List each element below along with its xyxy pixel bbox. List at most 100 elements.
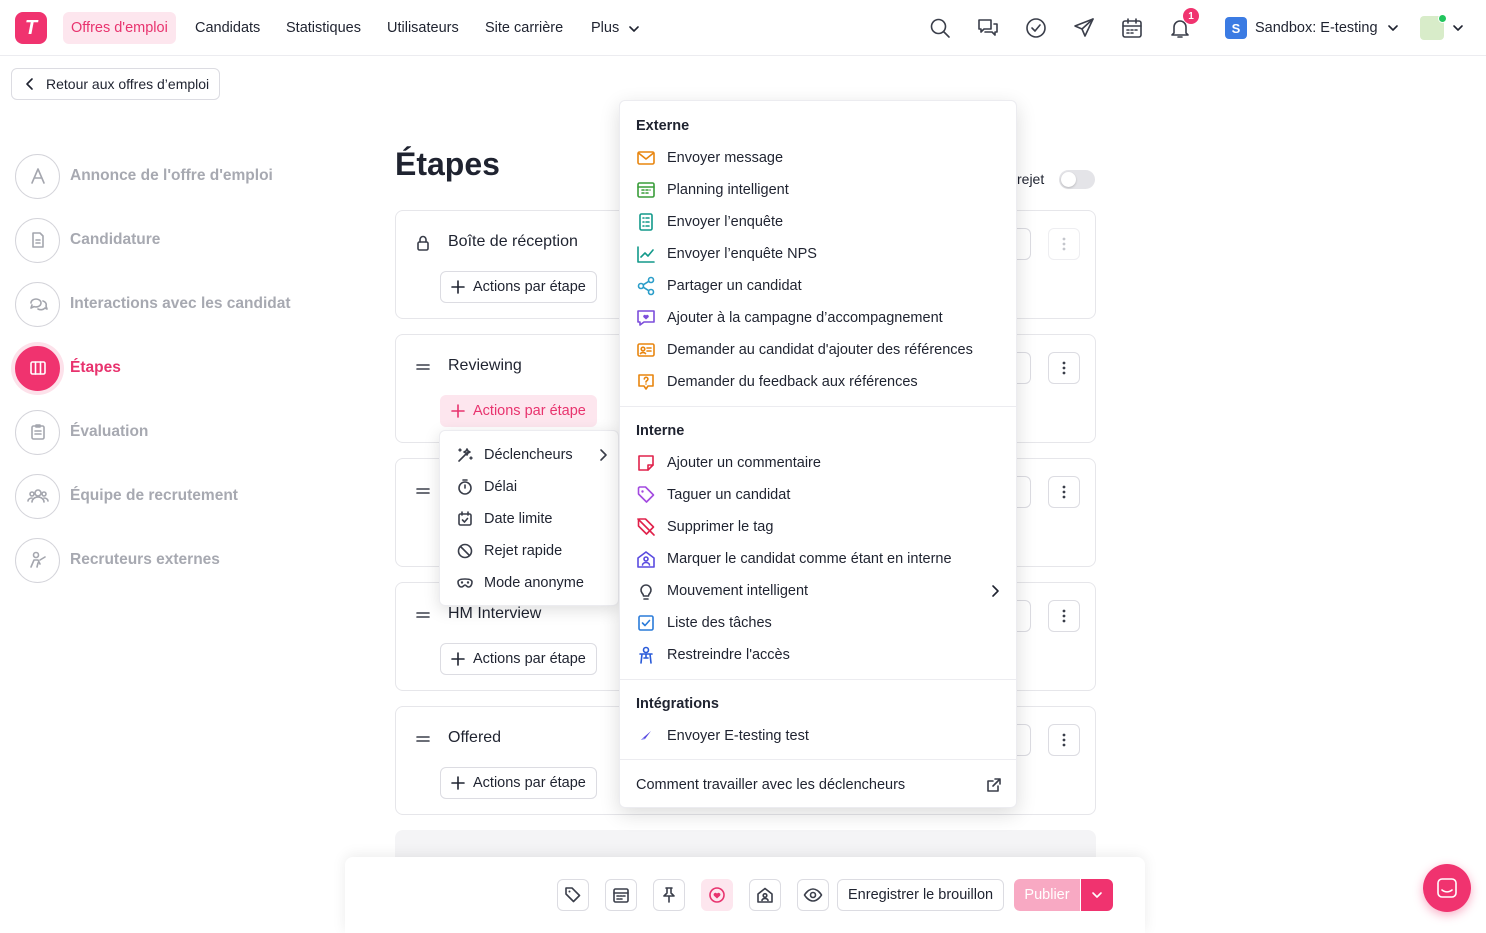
share-icon bbox=[637, 276, 655, 296]
chevron-down-icon[interactable] bbox=[1451, 21, 1465, 35]
back-to-jobs-button[interactable]: Retour aux offres d’emploi bbox=[11, 68, 221, 100]
stage-more-button[interactable] bbox=[1048, 724, 1080, 756]
lightbulb-icon bbox=[640, 584, 652, 600]
stage-actions-button[interactable]: Actions par étape bbox=[440, 767, 597, 799]
check-circle-icon[interactable] bbox=[1024, 16, 1048, 40]
restricted-user-icon bbox=[639, 646, 653, 664]
nav-offres[interactable]: Offres d'emploi bbox=[63, 12, 176, 44]
calendar-icon[interactable] bbox=[1120, 16, 1144, 40]
stage-actions-button[interactable]: Actions par étape bbox=[440, 395, 597, 427]
pin-toolbar-button[interactable] bbox=[653, 879, 685, 911]
trigger-label: Envoyer l’enquête bbox=[667, 214, 784, 230]
stage-name: Boîte de réception bbox=[448, 233, 578, 250]
help-link-label: Comment travailler avec les déclencheurs bbox=[636, 777, 906, 793]
trigger-taguer-candidat[interactable]: Taguer un candidat bbox=[636, 484, 790, 506]
trigger-restreindre-acces[interactable]: Restreindre l'accès bbox=[636, 644, 790, 666]
menu-divider bbox=[620, 679, 1016, 680]
more-vertical-icon bbox=[1062, 609, 1066, 623]
menu-divider bbox=[620, 759, 1016, 760]
trigger-mouvement-intelligent[interactable]: Mouvement intelligent bbox=[636, 580, 1000, 602]
preview-toolbar-button[interactable] bbox=[797, 879, 829, 911]
drag-handle-icon[interactable] bbox=[414, 482, 432, 500]
chat-icon[interactable] bbox=[976, 16, 1000, 40]
publish-options-button[interactable] bbox=[1081, 879, 1113, 911]
send-icon[interactable] bbox=[1072, 16, 1096, 40]
menu-item-declencheurs[interactable]: Déclencheurs bbox=[456, 444, 608, 466]
id-card-icon bbox=[637, 343, 655, 357]
survey-icon bbox=[639, 213, 653, 231]
sidebar-item-equipe[interactable]: Équipe de recrutement bbox=[15, 473, 238, 519]
trigger-planning-intelligent[interactable]: Planning intelligent bbox=[636, 179, 789, 201]
trigger-feedback-references[interactable]: Demander du feedback aux références bbox=[636, 371, 918, 393]
sidebar-item-annonce[interactable]: Annonce de l'offre d'emploi bbox=[15, 153, 273, 199]
search-icon[interactable] bbox=[928, 16, 952, 40]
eye-icon bbox=[803, 888, 823, 902]
app-logo[interactable]: T bbox=[15, 12, 47, 44]
drag-handle-icon[interactable] bbox=[414, 358, 432, 376]
stage-more-button[interactable] bbox=[1048, 476, 1080, 508]
stage-actions-button[interactable]: Actions par étape bbox=[440, 271, 597, 303]
trigger-envoyer-enquete-nps[interactable]: Envoyer l’enquête NPS bbox=[636, 243, 817, 265]
heart-toolbar-button[interactable] bbox=[701, 879, 733, 911]
trigger-envoyer-message[interactable]: Envoyer message bbox=[636, 147, 783, 169]
menu-item-delai[interactable]: Délai bbox=[456, 476, 517, 498]
heart-circle-icon bbox=[709, 887, 725, 903]
envelope-icon bbox=[637, 151, 655, 165]
trigger-ajouter-commentaire[interactable]: Ajouter un commentaire bbox=[636, 452, 821, 474]
support-chat-button[interactable] bbox=[1423, 864, 1471, 912]
calendar-toolbar-button[interactable] bbox=[605, 879, 637, 911]
nav-utilisateurs[interactable]: Utilisateurs bbox=[379, 12, 467, 44]
stage-actions-button[interactable]: Actions par étape bbox=[440, 643, 597, 675]
trigger-liste-taches[interactable]: Liste des tâches bbox=[636, 612, 772, 634]
stage-more-button[interactable] bbox=[1048, 600, 1080, 632]
team-icon bbox=[15, 473, 60, 519]
calendar-check-icon bbox=[458, 511, 472, 526]
chevron-right-icon bbox=[600, 449, 607, 461]
sidebar-item-evaluation[interactable]: Évaluation bbox=[15, 409, 148, 455]
nav-statistiques[interactable]: Statistiques bbox=[278, 12, 369, 44]
sidebar-item-recruteurs[interactable]: Recruteurs externes bbox=[15, 537, 220, 583]
stage-more-button[interactable] bbox=[1048, 228, 1080, 260]
trigger-demander-references[interactable]: Demander au candidat d'ajouter des référ… bbox=[636, 339, 973, 361]
menu-item-rejet-rapide[interactable]: Rejet rapide bbox=[456, 540, 562, 562]
user-avatar[interactable] bbox=[1420, 14, 1447, 40]
etesting-logo-icon bbox=[641, 731, 651, 740]
save-draft-button[interactable]: Enregistrer le brouillon bbox=[837, 879, 1005, 911]
lock-icon bbox=[414, 234, 432, 252]
stage-name: HM Interview bbox=[448, 605, 542, 622]
house-user-icon bbox=[637, 551, 655, 568]
tag-icon bbox=[565, 887, 581, 903]
trigger-campagne-accompagnement[interactable]: Ajouter à la campagne d’accompagnement bbox=[636, 307, 943, 329]
trigger-supprimer-tag[interactable]: Supprimer le tag bbox=[636, 516, 773, 538]
stage-more-button[interactable] bbox=[1048, 352, 1080, 384]
notification-badge: 1 bbox=[1183, 8, 1199, 24]
drag-handle-icon[interactable] bbox=[414, 730, 432, 748]
nav-site-carriere[interactable]: Site carrière bbox=[477, 12, 571, 44]
trigger-label: Partager un candidat bbox=[667, 278, 802, 294]
trigger-envoyer-etesting[interactable]: Envoyer E-testing test bbox=[636, 725, 809, 747]
workspace-switcher[interactable]: S Sandbox: E-testing bbox=[1225, 17, 1400, 39]
trigger-partager-candidat[interactable]: Partager un candidat bbox=[636, 275, 802, 297]
trigger-marquer-interne[interactable]: Marquer le candidat comme étant en inter… bbox=[636, 548, 952, 570]
trigger-label: Taguer un candidat bbox=[667, 487, 791, 503]
sidebar-item-candidature[interactable]: Candidature bbox=[15, 217, 160, 263]
sidebar-label: Étapes bbox=[70, 359, 121, 376]
menu-item-mode-anonyme[interactable]: Mode anonyme bbox=[456, 572, 584, 594]
nav-plus[interactable]: Plus bbox=[583, 12, 647, 44]
sidebar-item-etapes[interactable]: Étapes bbox=[15, 345, 121, 391]
nav-plus-label: Plus bbox=[591, 20, 620, 36]
menu-item-date-limite[interactable]: Date limite bbox=[456, 508, 553, 530]
nav-candidats[interactable]: Candidats bbox=[187, 12, 268, 44]
help-link-declencheurs[interactable]: Comment travailler avec les déclencheurs bbox=[636, 774, 1002, 796]
reject-toggle[interactable] bbox=[1059, 170, 1095, 189]
drag-handle-icon[interactable] bbox=[414, 606, 432, 624]
mask-icon bbox=[457, 578, 473, 588]
trigger-envoyer-enquete[interactable]: Envoyer l’enquête bbox=[636, 211, 783, 233]
plus-icon bbox=[451, 652, 465, 666]
publish-button[interactable]: Publier bbox=[1014, 879, 1080, 911]
tag-toolbar-button[interactable] bbox=[557, 879, 589, 911]
house-toolbar-button[interactable] bbox=[749, 879, 781, 911]
sidebar-item-interactions[interactable]: Interactions avec les candidat bbox=[15, 281, 291, 327]
menu-label: Date limite bbox=[484, 511, 553, 527]
question-bubble-icon bbox=[638, 374, 654, 390]
